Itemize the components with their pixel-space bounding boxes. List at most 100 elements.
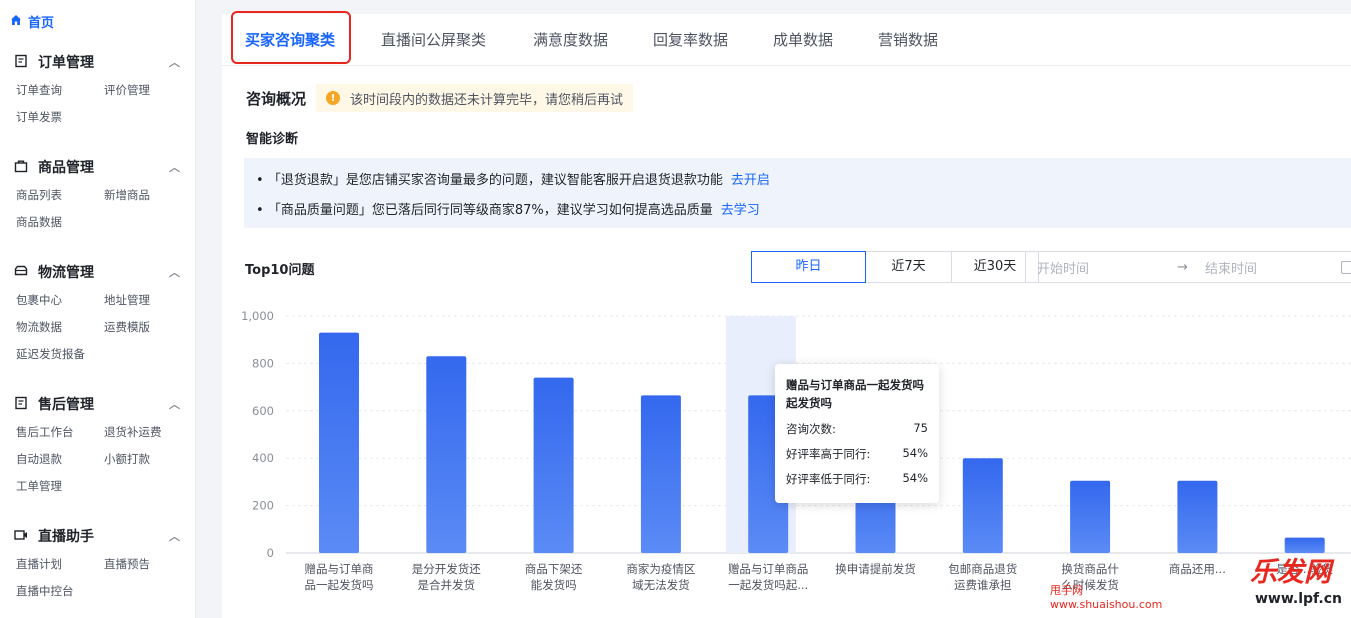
sidebar-item-delay-report[interactable]: 延迟发货报备 xyxy=(16,347,104,361)
diagnosis-title: 智能诊断 xyxy=(246,132,299,147)
y-tick-label: 400 xyxy=(252,451,274,465)
sidebar-item-live-preview[interactable]: 直播预告 xyxy=(104,557,192,571)
section-title: 直播助手 xyxy=(38,529,94,545)
x-tick-label: 换申请提前发货 xyxy=(835,562,916,576)
document-icon xyxy=(14,396,30,412)
sidebar-item-order-query[interactable]: 订单查询 xyxy=(16,83,104,97)
sidebar-item-review-mgmt[interactable]: 评价管理 xyxy=(104,83,192,97)
sidebar-item-order-invoice[interactable]: 订单发票 xyxy=(16,110,104,124)
range-yesterday-button[interactable]: 昨日 xyxy=(751,251,866,283)
bar[interactable] xyxy=(426,356,467,553)
sidebar-item-freight-template[interactable]: 运费模版 xyxy=(104,320,192,334)
x-tick-label: 包邮商品退货 xyxy=(948,562,1017,576)
diagnosis-line: • 「退货退款」是您店铺买家咨询量最多的问题，建议智能客服开启退货退款功能 去开启 xyxy=(256,166,1339,196)
date-range-toggle: 昨日 近7天 近30天 xyxy=(751,251,1039,283)
sidebar: 首页 订单管理 ︿ 订单查询 评价管理 订单发票 商品管理 ︿ 商品列表 新增商… xyxy=(0,0,196,618)
watermark-shuai: 甩手网 xyxy=(1050,584,1083,597)
x-tick-label: 是合并发货 xyxy=(418,578,476,592)
diagnosis-text: 「商品质量问题」您已落后同行同等级商家87%，建议学习如何提高选品质量 xyxy=(267,203,713,218)
truck-icon xyxy=(14,264,30,280)
section-header-logistics[interactable]: 物流管理 ︿ xyxy=(0,261,196,283)
x-tick-label: 能发货吗 xyxy=(531,578,577,592)
sidebar-item-auto-refund[interactable]: 自动退款 xyxy=(16,452,104,466)
tooltip-title: 赠品与订单商品一起发货吗起发货吗 xyxy=(786,378,924,410)
section-title: 商品管理 xyxy=(38,160,94,176)
y-tick-label: 800 xyxy=(252,356,274,370)
tab-buyer-consult-cluster[interactable]: 买家咨询聚类 xyxy=(245,14,335,66)
start-date-input[interactable]: 开始时间 xyxy=(1037,258,1177,277)
sidebar-item-aftersales-workbench[interactable]: 售后工作台 xyxy=(16,425,104,439)
bar[interactable] xyxy=(533,377,574,553)
x-tick-label: 一起发货吗起... xyxy=(728,578,808,592)
chevron-up-icon[interactable]: ︿ xyxy=(169,396,180,412)
tooltip-value: 75 xyxy=(913,421,928,435)
enable-link[interactable]: 去开启 xyxy=(731,173,770,188)
home-icon xyxy=(10,14,22,30)
tooltip-label: 咨询次数: xyxy=(786,422,836,436)
sidebar-section-logistics: 物流管理 ︿ 包裹中心 地址管理 物流数据 运费模版 延迟发货报备 xyxy=(0,261,196,361)
bar[interactable] xyxy=(1177,480,1218,553)
sidebar-item-logistics-data[interactable]: 物流数据 xyxy=(16,320,104,334)
tooltip-row: 咨询次数: 75 xyxy=(786,421,928,437)
chevron-up-icon[interactable]: ︿ xyxy=(169,264,180,280)
overview-row: 咨询概况 ! 该时间段内的数据还未计算完毕，请您稍后再试 xyxy=(246,84,634,112)
chevron-up-icon[interactable]: ︿ xyxy=(169,159,180,175)
y-tick-label: 1,000 xyxy=(241,309,274,323)
sidebar-item-live-console[interactable]: 直播中控台 xyxy=(16,584,104,598)
home-link[interactable]: 首页 xyxy=(10,12,54,31)
bullet-dot: • xyxy=(256,173,268,188)
chevron-up-icon[interactable]: ︿ xyxy=(169,54,180,70)
tooltip-label: 好评率低于同行: xyxy=(786,472,871,486)
x-tick-label: 赠品与订单商 xyxy=(305,562,374,576)
diagnosis-box: • 「退货退款」是您店铺买家咨询量最多的问题，建议智能客服开启退货退款功能 去开启… xyxy=(244,158,1351,228)
video-icon xyxy=(14,528,30,544)
calendar-icon[interactable] xyxy=(1341,260,1351,274)
section-header-live[interactable]: 直播助手 ︿ xyxy=(0,525,196,547)
tooltip-value: 54% xyxy=(902,446,928,460)
main-panel: 买家咨询聚类 直播间公屏聚类 满意度数据 回复率数据 成单数据 营销数据 咨询概… xyxy=(222,11,1351,618)
x-tick-label: 运费谁承担 xyxy=(954,578,1012,592)
section-title: 物流管理 xyxy=(38,265,94,281)
section-header-aftersales[interactable]: 售后管理 ︿ xyxy=(0,393,196,415)
sidebar-section-live: 直播助手 ︿ 直播计划 直播预告 直播中控台 xyxy=(0,525,196,598)
learn-link[interactable]: 去学习 xyxy=(721,203,760,218)
sidebar-item-product-data[interactable]: 商品数据 xyxy=(16,215,104,229)
diagnosis-text: 「退货退款」是您店铺买家咨询量最多的问题，建议智能客服开启退货退款功能 xyxy=(267,173,723,188)
section-header-products[interactable]: 商品管理 ︿ xyxy=(0,156,196,178)
arrow-right-icon: → xyxy=(1177,259,1188,275)
sidebar-item-small-payment[interactable]: 小额打款 xyxy=(104,452,192,466)
x-tick-label: 商品下架还 xyxy=(525,562,583,576)
bar[interactable] xyxy=(640,395,681,553)
sidebar-item-return-freight[interactable]: 退货补运费 xyxy=(104,425,192,439)
end-date-input[interactable]: 结束时间 xyxy=(1205,258,1335,277)
chart-tooltip: 赠品与订单商品一起发货吗起发货吗 咨询次数: 75 好评率高于同行: 54% 好… xyxy=(775,364,939,503)
bar[interactable] xyxy=(1070,480,1111,553)
diagnosis-line: • 「商品质量问题」您已落后同行同等级商家87%，建议学习如何提高选品质量 去学习 xyxy=(256,196,1339,226)
warning-icon: ! xyxy=(326,91,341,105)
sidebar-item-parcel-center[interactable]: 包裹中心 xyxy=(16,293,104,307)
tab-satisfaction-data[interactable]: 满意度数据 xyxy=(533,14,608,66)
tab-marketing-data[interactable]: 营销数据 xyxy=(878,14,938,66)
bar[interactable] xyxy=(962,458,1003,553)
watermark: 甩手网 www.shuaishou.com 乐发网 www.lpf.cn xyxy=(1050,548,1350,618)
tab-reply-rate-data[interactable]: 回复率数据 xyxy=(653,14,728,66)
sidebar-item-product-list[interactable]: 商品列表 xyxy=(16,188,104,202)
bar[interactable] xyxy=(319,332,359,553)
sidebar-item-add-product[interactable]: 新增商品 xyxy=(104,188,192,202)
y-tick-label: 600 xyxy=(252,404,274,418)
document-icon xyxy=(14,54,30,70)
date-range-picker[interactable]: 开始时间 → 结束时间 xyxy=(1025,251,1351,283)
tooltip-row: 好评率高于同行: 54% xyxy=(786,446,928,462)
sidebar-item-live-plan[interactable]: 直播计划 xyxy=(16,557,104,571)
sidebar-item-ticket-mgmt[interactable]: 工单管理 xyxy=(16,479,104,493)
tab-live-screen-cluster[interactable]: 直播间公屏聚类 xyxy=(381,14,486,66)
tooltip-label: 好评率高于同行: xyxy=(786,447,871,461)
tab-bar: 买家咨询聚类 直播间公屏聚类 满意度数据 回复率数据 成单数据 营销数据 xyxy=(222,11,1351,66)
tooltip-value: 54% xyxy=(902,471,928,485)
range-7days-button[interactable]: 近7天 xyxy=(865,251,952,283)
tab-order-data[interactable]: 成单数据 xyxy=(773,14,833,66)
bag-icon xyxy=(14,159,30,175)
section-header-orders[interactable]: 订单管理 ︿ xyxy=(0,51,196,73)
sidebar-item-address-mgmt[interactable]: 地址管理 xyxy=(104,293,192,307)
chevron-up-icon[interactable]: ︿ xyxy=(169,528,180,544)
